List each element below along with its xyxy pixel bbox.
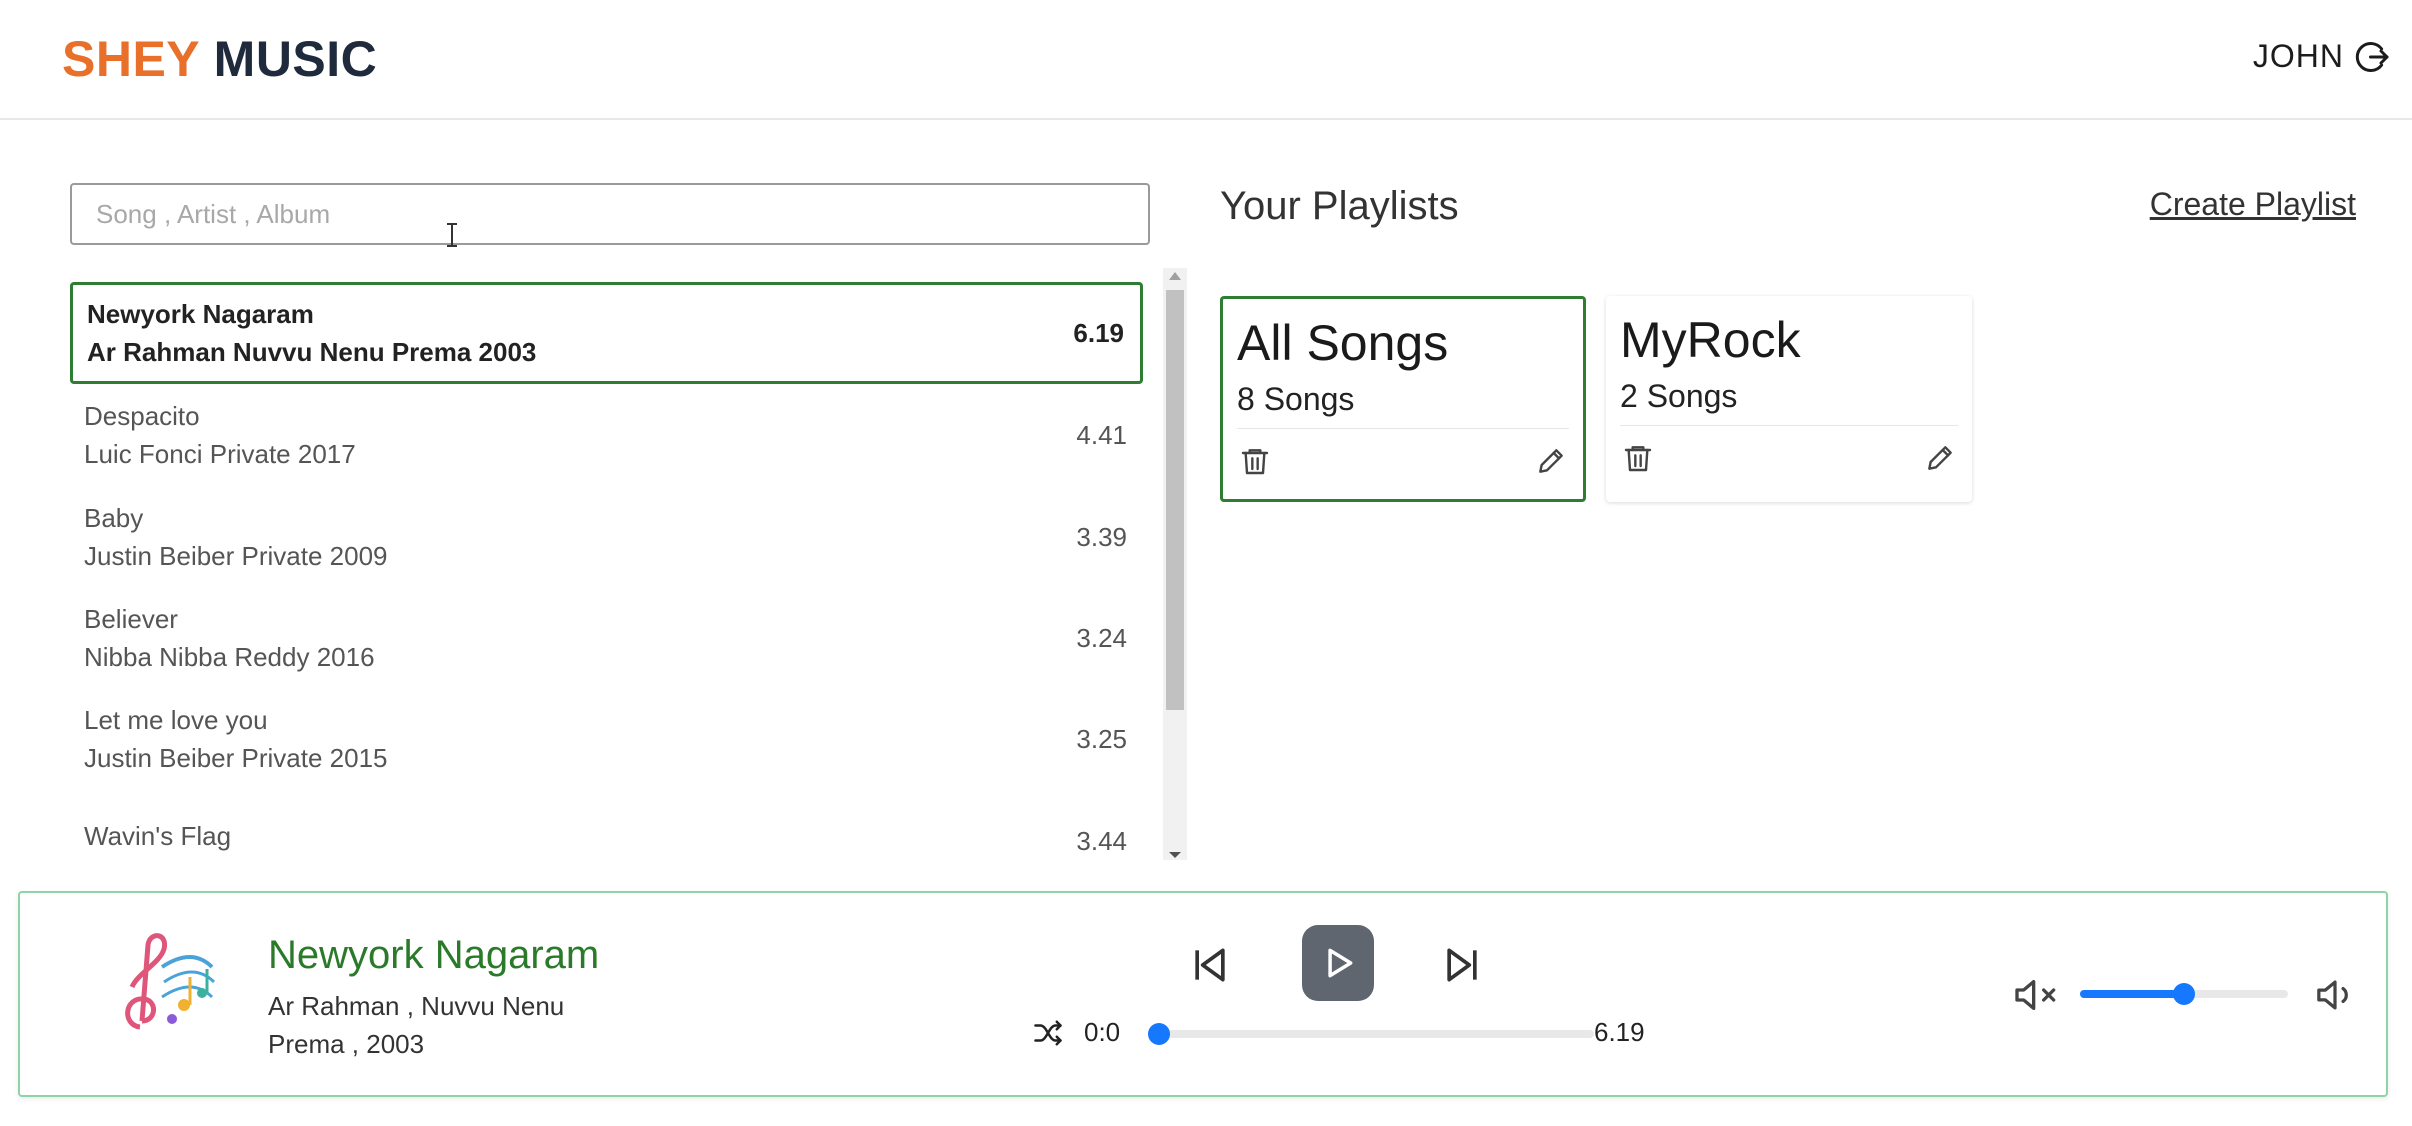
song-list-scrollbar[interactable] [1163, 268, 1187, 860]
shuffle-icon[interactable] [1032, 1018, 1064, 1048]
app-header: SHEY MUSIC JOHN [0, 0, 2412, 120]
next-track-icon[interactable] [1440, 943, 1484, 987]
song-duration: 3.39 [1076, 521, 1127, 552]
logout-icon[interactable] [2354, 39, 2390, 75]
now-playing-subtitle: Ar Rahman , Nuvvu Nenu Prema , 2003 [268, 991, 565, 1059]
song-duration: 3.44 [1076, 825, 1127, 856]
play-button[interactable] [1302, 925, 1374, 1001]
song-title: Wavin's Flag [84, 821, 232, 851]
song-row[interactable]: Let me love you Justin Beiber Private 20… [70, 688, 1143, 790]
seek-slider[interactable] [1148, 1023, 1594, 1045]
app-logo[interactable]: SHEY MUSIC [62, 30, 377, 88]
create-playlist-link[interactable]: Create Playlist [2150, 186, 2356, 223]
song-meta: Luic Fonci Private 2017 [84, 439, 356, 469]
song-title: Let me love you [84, 705, 268, 735]
playlist-name: All Songs [1237, 315, 1449, 371]
user-name: JOHN [2252, 38, 2344, 74]
song-duration: 6.19 [1073, 317, 1124, 348]
logo-music: MUSIC [213, 31, 378, 87]
song-meta: Nibba Nibba Reddy 2016 [84, 642, 375, 672]
total-time: 6.19 [1594, 1017, 1645, 1047]
music-note-art-icon [125, 933, 216, 1030]
playlist-name: MyRock [1620, 312, 1801, 368]
song-duration: 3.24 [1076, 622, 1127, 653]
song-row[interactable]: Believer Nibba Nibba Reddy 2016 3.24 [70, 587, 1143, 689]
scroll-up-arrow-icon[interactable] [1169, 272, 1181, 280]
logo-shey: SHEY [62, 31, 200, 87]
song-title: Despacito [84, 401, 200, 431]
volume-slider[interactable] [2080, 983, 2288, 1005]
playlist-card[interactable]: MyRock 2 Songs [1606, 296, 1972, 502]
playlist-count: 8 Songs [1237, 381, 1569, 429]
volume-fill [2080, 990, 2184, 998]
song-row[interactable]: Baby Justin Beiber Private 2009 3.39 [70, 486, 1143, 588]
song-title: Newyork Nagaram [87, 299, 314, 329]
song-row[interactable]: Newyork Nagaram Ar Rahman Nuvvu Nenu Pre… [70, 282, 1143, 384]
song-list[interactable]: Newyork Nagaram Ar Rahman Nuvvu Nenu Pre… [70, 280, 1143, 860]
playlists-heading: Your Playlists [1220, 184, 1459, 228]
seek-knob[interactable] [1148, 1023, 1170, 1045]
scroll-thumb[interactable] [1166, 290, 1184, 710]
song-duration: 3.25 [1076, 723, 1127, 754]
song-title: Baby [84, 503, 144, 533]
user-menu[interactable]: JOHN [2253, 38, 2390, 75]
mute-icon[interactable] [2012, 975, 2062, 1015]
song-title: Believer [84, 604, 178, 634]
search-input[interactable] [70, 183, 1150, 245]
volume-max-icon[interactable] [2314, 975, 2356, 1015]
playlist-count: 2 Songs [1620, 378, 1958, 426]
previous-track-icon[interactable] [1188, 943, 1232, 987]
play-icon [1328, 948, 1353, 978]
song-duration: 4.41 [1076, 419, 1127, 450]
trash-icon[interactable] [1239, 445, 1271, 477]
trash-icon[interactable] [1622, 442, 1654, 474]
scroll-down-arrow-icon[interactable] [1169, 852, 1181, 858]
song-row[interactable]: Despacito Luic Fonci Private 2017 4.41 [70, 384, 1143, 486]
edit-icon[interactable] [1924, 442, 1956, 474]
song-meta: Justin Beiber Private 2015 [84, 743, 388, 773]
current-time: 0:0 [1084, 1017, 1121, 1047]
song-row[interactable]: Wavin's Flag 3.44 [70, 790, 1143, 860]
music-player: Newyork Nagaram Ar Rahman , Nuvvu Nenu P… [18, 891, 2388, 1097]
now-playing-title: Newyork Nagaram [268, 933, 600, 977]
volume-knob[interactable] [2173, 983, 2195, 1005]
playlist-card[interactable]: All Songs 8 Songs [1220, 296, 1586, 502]
song-meta: Justin Beiber Private 2009 [84, 541, 388, 571]
song-meta: Ar Rahman Nuvvu Nenu Prema 2003 [87, 337, 537, 367]
edit-icon[interactable] [1535, 445, 1567, 477]
text-cursor-icon [447, 223, 457, 247]
